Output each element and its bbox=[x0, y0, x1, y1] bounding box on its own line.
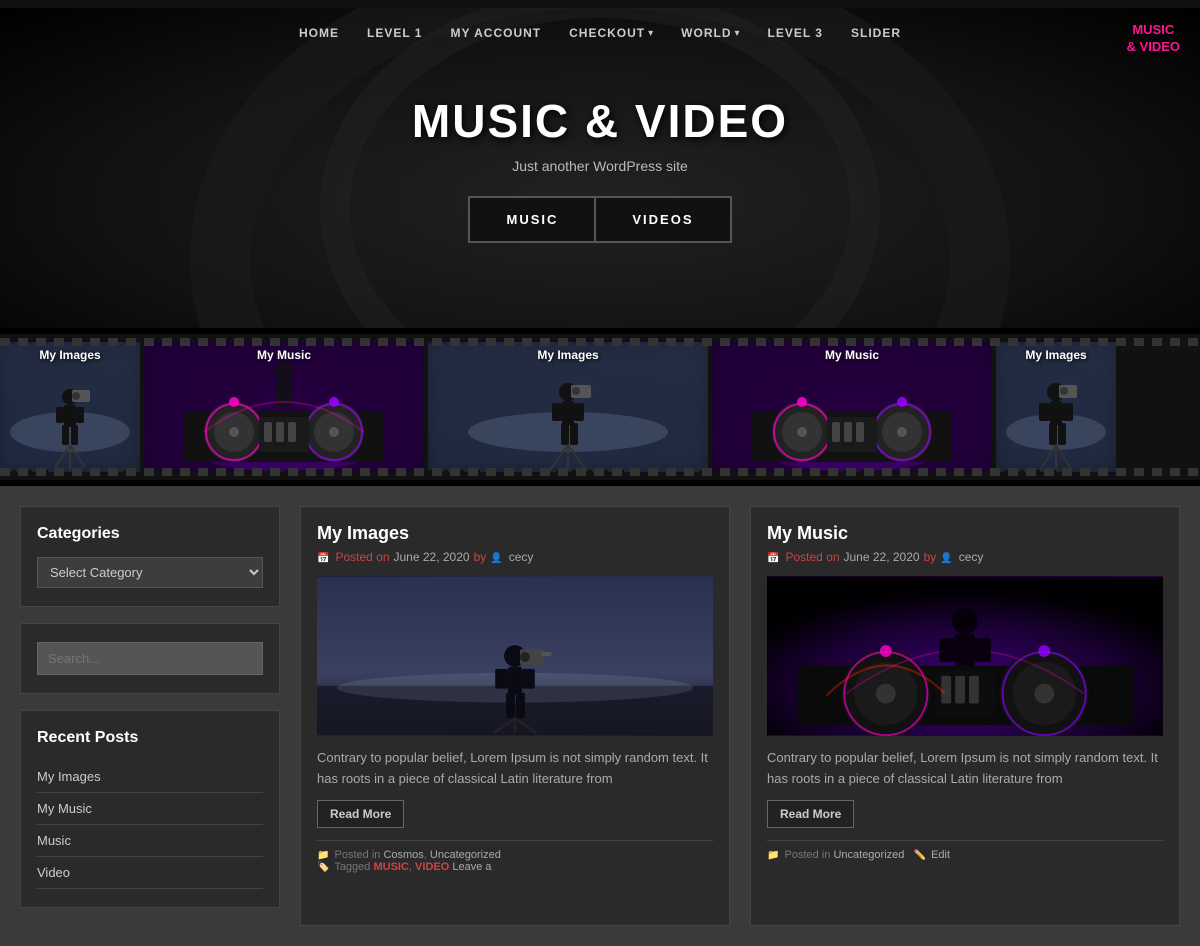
categories-widget: Categories Select Category bbox=[20, 506, 280, 607]
categories-title: Categories bbox=[37, 525, 263, 543]
nav-level1[interactable]: LEVEL 1 bbox=[367, 26, 422, 40]
recent-post-link[interactable]: Music bbox=[37, 833, 71, 848]
nav-checkout-dropdown[interactable]: CHECKOUT ▾ bbox=[569, 26, 653, 40]
calendar-icon bbox=[767, 550, 781, 564]
film-cell[interactable]: My Images bbox=[996, 342, 1116, 472]
nav-world-dropdown[interactable]: WORLD ▾ bbox=[681, 26, 739, 40]
post-author[interactable]: cecy bbox=[509, 550, 534, 564]
category-link[interactable]: Uncategorized bbox=[833, 849, 904, 861]
post-excerpt: Contrary to popular belief, Lorem Ipsum … bbox=[317, 748, 713, 790]
post-categories: Posted in Uncategorized Edit bbox=[767, 849, 1163, 861]
tag-link[interactable]: VIDEO bbox=[415, 861, 449, 873]
post-image-camera bbox=[317, 576, 713, 736]
chevron-down-icon: ▾ bbox=[734, 28, 739, 39]
calendar-icon bbox=[317, 550, 331, 564]
post-date[interactable]: June 22, 2020 bbox=[394, 550, 470, 564]
hero-content: MUSIC & VIDEO Just another WordPress sit… bbox=[412, 94, 788, 243]
film-cell-label: My Music bbox=[825, 348, 879, 362]
list-item: My Images bbox=[37, 761, 263, 793]
list-item: My Music bbox=[37, 793, 263, 825]
edit-link[interactable]: Edit bbox=[931, 849, 950, 861]
post-excerpt: Contrary to popular belief, Lorem Ipsum … bbox=[767, 748, 1163, 790]
film-cell[interactable]: My Music bbox=[144, 342, 424, 472]
category-select[interactable]: Select Category bbox=[37, 557, 263, 588]
post-author[interactable]: cecy bbox=[959, 550, 984, 564]
recent-posts-widget: Recent Posts My Images My Music Music Vi… bbox=[20, 710, 280, 908]
film-cell-label: My Music bbox=[257, 348, 311, 362]
film-cell[interactable]: My Images bbox=[428, 342, 708, 472]
recent-posts-title: Recent Posts bbox=[37, 729, 263, 747]
category-link[interactable]: Cosmos bbox=[383, 849, 423, 861]
user-icon bbox=[940, 550, 954, 564]
film-cell[interactable]: My Images bbox=[0, 342, 140, 472]
nav-slider[interactable]: SLIDER bbox=[851, 26, 901, 40]
recent-post-link[interactable]: Video bbox=[37, 865, 70, 880]
nav-links: HOME LEVEL 1 MY ACCOUNT CHECKOUT ▾ WORLD… bbox=[20, 26, 1180, 40]
post-image-dj bbox=[767, 576, 1163, 736]
hero-buttons: MUSIC VIDEOS bbox=[412, 196, 788, 243]
tag-link[interactable]: MUSIC bbox=[373, 861, 408, 873]
tag-icon bbox=[317, 861, 331, 873]
list-item: Music bbox=[37, 825, 263, 857]
post-date[interactable]: June 22, 2020 bbox=[844, 550, 920, 564]
logo-line2: & VIDEO bbox=[1127, 39, 1180, 54]
main-nav: HOME LEVEL 1 MY ACCOUNT CHECKOUT ▾ WORLD… bbox=[0, 8, 1200, 58]
tagged-label: Tagged bbox=[334, 861, 370, 873]
film-cell-label: My Images bbox=[1025, 348, 1086, 362]
nav-world[interactable]: WORLD bbox=[681, 26, 731, 40]
videos-button[interactable]: VIDEOS bbox=[595, 196, 731, 243]
film-cell[interactable]: My Music bbox=[712, 342, 992, 472]
nav-checkout[interactable]: CHECKOUT bbox=[569, 26, 645, 40]
post-meta: Posted on June 22, 2020 by cecy bbox=[767, 550, 1163, 564]
read-more-link[interactable]: Read More bbox=[767, 800, 854, 828]
post-meta: Posted on June 22, 2020 by cecy bbox=[317, 550, 713, 564]
post-title: My Music bbox=[767, 523, 1163, 544]
nav-home[interactable]: HOME bbox=[299, 26, 339, 40]
meta-posted-on: Posted on bbox=[335, 550, 389, 564]
recent-post-link[interactable]: My Images bbox=[37, 769, 101, 784]
site-logo[interactable]: MUSIC & VIDEO bbox=[1127, 22, 1180, 56]
main-content: Categories Select Category Recent Posts … bbox=[0, 486, 1200, 946]
post-footer: Posted in Uncategorized Edit bbox=[767, 840, 1163, 861]
film-cell-label: My Images bbox=[39, 348, 100, 362]
posted-in-label: Posted in bbox=[335, 849, 381, 861]
filmstrip: My Images bbox=[0, 328, 1200, 486]
folder-icon bbox=[767, 849, 781, 861]
meta-by: by bbox=[474, 550, 487, 564]
meta-by: by bbox=[924, 550, 937, 564]
search-input[interactable] bbox=[37, 642, 263, 675]
edit-icon bbox=[914, 849, 928, 861]
filmstrip-track: My Images bbox=[0, 342, 1200, 472]
music-button[interactable]: MUSIC bbox=[468, 196, 595, 243]
site-subtitle: Just another WordPress site bbox=[412, 158, 788, 174]
post-tags: Tagged MUSIC, VIDEO Leave a bbox=[317, 861, 713, 873]
post-title: My Images bbox=[317, 523, 713, 544]
top-bar bbox=[0, 0, 1200, 8]
nav-myaccount[interactable]: MY ACCOUNT bbox=[450, 26, 541, 40]
folder-icon bbox=[317, 849, 331, 861]
leave-comment-link[interactable]: Leave a bbox=[452, 861, 491, 873]
chevron-down-icon: ▾ bbox=[648, 28, 653, 39]
recent-post-link[interactable]: My Music bbox=[37, 801, 92, 816]
posted-in-label: Posted in bbox=[785, 849, 831, 861]
post-categories: Posted in Cosmos, Uncategorized bbox=[317, 849, 713, 861]
post-footer: Posted in Cosmos, Uncategorized Tagged M… bbox=[317, 840, 713, 873]
read-more-link[interactable]: Read More bbox=[317, 800, 404, 828]
user-icon bbox=[490, 550, 504, 564]
meta-posted-on: Posted on bbox=[785, 550, 839, 564]
film-cell-label: My Images bbox=[537, 348, 598, 362]
list-item: Video bbox=[37, 857, 263, 889]
search-widget bbox=[20, 623, 280, 694]
nav-level3[interactable]: LEVEL 3 bbox=[768, 26, 823, 40]
category-link[interactable]: Uncategorized bbox=[430, 849, 501, 861]
recent-posts-list: My Images My Music Music Video bbox=[37, 761, 263, 889]
posts-area: My Images Posted on June 22, 2020 by cec… bbox=[300, 506, 1180, 926]
sidebar: Categories Select Category Recent Posts … bbox=[20, 506, 280, 926]
post-card-music: My Music Posted on June 22, 2020 by cecy bbox=[750, 506, 1180, 926]
post-card-images: My Images Posted on June 22, 2020 by cec… bbox=[300, 506, 730, 926]
logo-line1: MUSIC bbox=[1132, 22, 1174, 37]
hero-section: HOME LEVEL 1 MY ACCOUNT CHECKOUT ▾ WORLD… bbox=[0, 8, 1200, 328]
site-title: MUSIC & VIDEO bbox=[412, 94, 788, 148]
